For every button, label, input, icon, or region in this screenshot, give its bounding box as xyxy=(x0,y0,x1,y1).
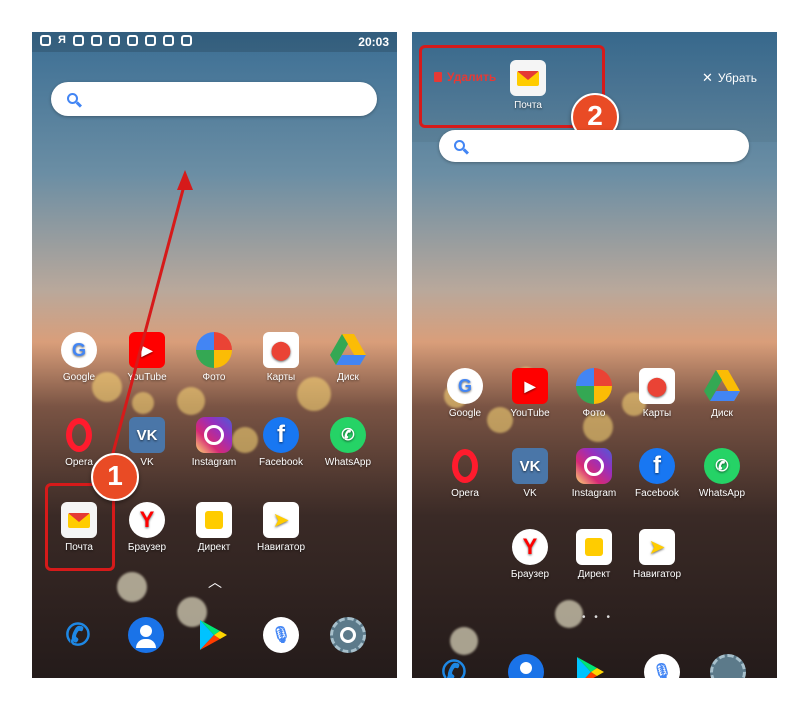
app-google[interactable]: G Google xyxy=(430,368,500,419)
app-label: Opera xyxy=(451,488,479,499)
microphone-icon[interactable]: 🎙 xyxy=(644,654,680,678)
app-vk[interactable]: VK VK xyxy=(495,448,565,499)
search-bar[interactable] xyxy=(439,130,749,162)
app-label: Диск xyxy=(711,408,733,419)
opera-icon xyxy=(447,448,483,484)
remove-target[interactable]: ✕ Убрать xyxy=(702,70,757,86)
app-label: WhatsApp xyxy=(698,488,746,499)
app-photos[interactable]: Фото xyxy=(559,368,629,419)
app-label: Директ xyxy=(577,569,611,580)
app-drive[interactable]: Диск xyxy=(687,368,757,419)
app-navigator[interactable]: ➤ Навигатор xyxy=(622,529,692,580)
whatsapp-icon: ✆ xyxy=(704,448,740,484)
photos-icon xyxy=(576,368,612,404)
play-store-icon[interactable] xyxy=(572,654,608,678)
app-facebook[interactable]: f Facebook xyxy=(622,448,692,499)
app-label: Навигатор xyxy=(632,569,682,580)
direct-icon xyxy=(576,529,612,565)
bokeh-light xyxy=(555,600,583,628)
phone-icon[interactable]: ✆ xyxy=(436,654,472,679)
app-youtube[interactable]: ▶ YouTube xyxy=(495,368,565,419)
app-label: Google xyxy=(448,408,482,419)
bokeh-light xyxy=(450,627,478,655)
maps-icon: ⬤ xyxy=(639,368,675,404)
vk-icon: VK xyxy=(512,448,548,484)
settings-icon[interactable] xyxy=(710,654,746,678)
remove-label: Убрать xyxy=(717,71,757,85)
app-maps[interactable]: ⬤ Карты xyxy=(622,368,692,419)
close-icon: ✕ xyxy=(702,70,713,85)
app-whatsapp[interactable]: ✆ WhatsApp xyxy=(687,448,757,499)
contacts-icon[interactable] xyxy=(508,654,544,678)
app-label: VK xyxy=(523,488,537,499)
home-screen-dragging: Удалить Почта ✕ Убрать 2 G Google ▶ YouT… xyxy=(412,32,777,678)
step-badge: 1 xyxy=(91,453,139,501)
app-label: Фото xyxy=(582,408,606,419)
app-label: YouTube xyxy=(510,408,550,419)
home-screen-before: Я 20:03 G Google ▶ YouTube Фото ⬤ Карты … xyxy=(32,32,397,678)
drive-icon xyxy=(704,368,740,404)
yandex-browser-icon: Y xyxy=(512,529,548,565)
app-label: Браузер xyxy=(510,569,550,580)
facebook-icon: f xyxy=(639,448,675,484)
app-label: Instagram xyxy=(571,488,617,499)
navigator-icon: ➤ xyxy=(639,529,675,565)
drag-arrow xyxy=(102,170,193,488)
search-icon xyxy=(454,140,465,151)
google-icon: G xyxy=(447,368,483,404)
app-instagram[interactable]: Instagram xyxy=(559,448,629,499)
app-label: Facebook xyxy=(635,488,679,499)
app-label: Карты xyxy=(642,408,672,419)
app-opera[interactable]: Opera xyxy=(430,448,500,499)
app-direct[interactable]: Директ xyxy=(559,529,629,580)
instagram-icon xyxy=(576,448,612,484)
app-yandex-browser[interactable]: Y Браузер xyxy=(495,529,565,580)
page-indicator-dots: • • • xyxy=(582,612,614,623)
youtube-icon: ▶ xyxy=(512,368,548,404)
